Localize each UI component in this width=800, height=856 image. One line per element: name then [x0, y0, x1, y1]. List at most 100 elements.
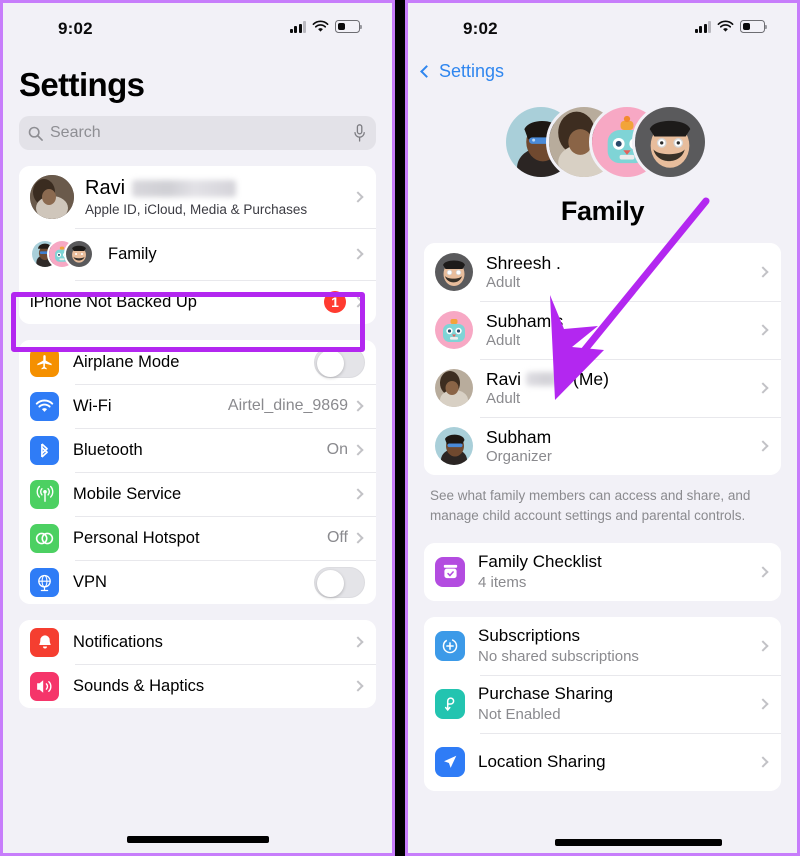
- battery-low-icon: [740, 20, 768, 33]
- member-name-suffix: (Me): [573, 368, 609, 389]
- account-name: Ravi: [85, 177, 126, 199]
- sidebar-item-label: Family: [108, 244, 157, 263]
- checklist-title: Family Checklist: [478, 552, 602, 571]
- purchase-sharing-icon: [435, 688, 465, 719]
- chevron-right-icon: [757, 755, 769, 768]
- airplane-icon: [30, 347, 59, 377]
- table-row[interactable]: Subham's Adult: [424, 301, 781, 359]
- sharing-group: Subscriptions No shared subscriptions Pu…: [424, 616, 781, 791]
- account-subtitle: Apple ID, iCloud, Media & Purchases: [85, 202, 308, 217]
- chevron-right-icon: [352, 532, 364, 544]
- wifi-icon: [312, 20, 329, 32]
- search-placeholder: Search: [50, 124, 101, 141]
- member-role: Organizer: [486, 447, 552, 465]
- memoji-beard-avatar: [634, 107, 705, 177]
- search-input[interactable]: Search: [19, 116, 376, 150]
- chevron-right-icon: [352, 680, 364, 692]
- member-role: Adult: [486, 331, 521, 349]
- sidebar-item-family[interactable]: Family: [19, 228, 376, 280]
- hero-avatar-cluster: [502, 104, 708, 180]
- bell-icon: [30, 627, 59, 657]
- avatar: [435, 253, 473, 291]
- status-indicators: [694, 20, 768, 33]
- chevron-right-icon: [352, 444, 364, 456]
- subscriptions-subtitle: No shared subscriptions: [478, 648, 639, 665]
- member-name: Ravi: [486, 368, 522, 389]
- family-footnote: See what family members can access and s…: [430, 488, 751, 524]
- table-row[interactable]: Shreesh . Adult: [424, 243, 781, 301]
- airplane-mode-toggle[interactable]: [314, 346, 365, 378]
- chevron-right-icon: [757, 440, 769, 452]
- purchase-sharing-title: Purchase Sharing: [478, 684, 614, 703]
- page-title: Family: [560, 196, 645, 226]
- table-row[interactable]: Ravi (Me) Adult: [424, 359, 781, 417]
- location-sharing-title: Location Sharing: [478, 751, 606, 771]
- chevron-right-icon: [757, 565, 769, 578]
- memoji-beard-avatar: [435, 253, 473, 291]
- status-clock: 9:02: [463, 19, 498, 38]
- redaction-bar-left: [127, 836, 269, 843]
- microphone-icon[interactable]: [354, 124, 365, 142]
- sidebar-item-wifi[interactable]: Wi-Fi Airtel_dine_9869: [19, 384, 376, 428]
- left-phone-screenshot: 9:02 Settings Search Ravi Apple ID, iClo…: [0, 0, 395, 856]
- sidebar-item-sounds-haptics[interactable]: Sounds & Haptics: [19, 664, 376, 708]
- table-row[interactable]: Subham Organizer: [424, 417, 781, 475]
- page-title: Settings: [19, 66, 145, 103]
- redacted-name-blur: [132, 180, 237, 197]
- vpn-toggle[interactable]: [314, 566, 365, 598]
- status-indicators: [289, 20, 363, 33]
- signal-bars-icon: [694, 20, 711, 33]
- status-clock: 9:02: [58, 19, 93, 38]
- checklist-icon: [435, 556, 465, 587]
- chevron-right-icon: [352, 488, 364, 500]
- backup-warning-row[interactable]: iPhone Not Backed Up 1: [19, 280, 376, 324]
- sidebar-item-notifications[interactable]: Notifications: [19, 620, 376, 664]
- checklist-text: Family Checklist 4 items: [478, 552, 759, 591]
- robot-memoji-avatar: [435, 311, 473, 349]
- member-name-line: Ravi (Me): [486, 369, 759, 390]
- member-role: Adult: [486, 389, 521, 407]
- photo-avatar: [30, 175, 74, 219]
- sidebar-item-mobile-service[interactable]: Mobile Service: [19, 472, 376, 516]
- back-button[interactable]: Settings: [420, 61, 797, 82]
- chevron-right-icon: [757, 697, 769, 710]
- wifi-value: Airtel_dine_9869: [227, 397, 348, 414]
- notifications-group: Notifications Sounds & Haptics: [19, 620, 376, 708]
- redacted-name-blur: [526, 372, 569, 386]
- avatar: [30, 175, 74, 219]
- sidebar-item-bluetooth[interactable]: Bluetooth On: [19, 428, 376, 472]
- connectivity-group: Airplane Mode Wi-Fi Airtel_dine_9869 Blu…: [19, 340, 376, 604]
- sidebar-item-label: Bluetooth: [73, 440, 143, 459]
- speaker-icon: [30, 671, 59, 701]
- cellular-antenna-icon: [30, 479, 59, 509]
- sidebar-item-subscriptions[interactable]: Subscriptions No shared subscriptions: [424, 616, 781, 675]
- sidebar-item-airplane-mode[interactable]: Airplane Mode: [19, 340, 376, 384]
- backup-label: iPhone Not Backed Up: [30, 292, 197, 311]
- purchase-sharing-text: Purchase Sharing Not Enabled: [478, 684, 759, 723]
- account-text: Ravi Apple ID, iCloud, Media & Purchases: [85, 177, 354, 217]
- sidebar-item-vpn[interactable]: VPN: [19, 560, 376, 604]
- apple-account-row[interactable]: Ravi Apple ID, iCloud, Media & Purchases: [19, 166, 376, 228]
- family-checklist-group: Family Checklist 4 items: [424, 542, 781, 601]
- sidebar-item-personal-hotspot[interactable]: Personal Hotspot Off: [19, 516, 376, 560]
- hero-avatar-4: [631, 104, 708, 180]
- sidebar-item-label: Personal Hotspot: [73, 528, 200, 547]
- member-text: Subham Organizer: [486, 427, 759, 466]
- globe-vpn-icon: [30, 567, 59, 597]
- member-text: Ravi (Me) Adult: [486, 369, 759, 408]
- member-text: Shreesh . Adult: [486, 253, 759, 292]
- chevron-left-icon: [420, 65, 433, 78]
- chevron-right-icon: [352, 248, 364, 260]
- subscriptions-title: Subscriptions: [478, 626, 581, 645]
- sidebar-item-label: Notifications: [73, 632, 163, 651]
- member-role: Adult: [486, 273, 521, 291]
- sidebar-item-purchase-sharing[interactable]: Purchase Sharing Not Enabled: [424, 674, 781, 733]
- screenshot-stage: 9:02 Settings Search Ravi Apple ID, iClo…: [0, 0, 800, 856]
- sidebar-item-family-checklist[interactable]: Family Checklist 4 items: [424, 542, 781, 601]
- member-text: Subham's Adult: [486, 311, 759, 350]
- chevron-right-icon: [757, 639, 769, 652]
- family-members-group: Shreesh . Adult Subham's Adult Ravi (Me)…: [424, 243, 781, 475]
- avatar: [435, 369, 473, 407]
- family-avatar-cluster: [30, 237, 102, 271]
- sidebar-item-location-sharing[interactable]: Location Sharing: [424, 732, 781, 791]
